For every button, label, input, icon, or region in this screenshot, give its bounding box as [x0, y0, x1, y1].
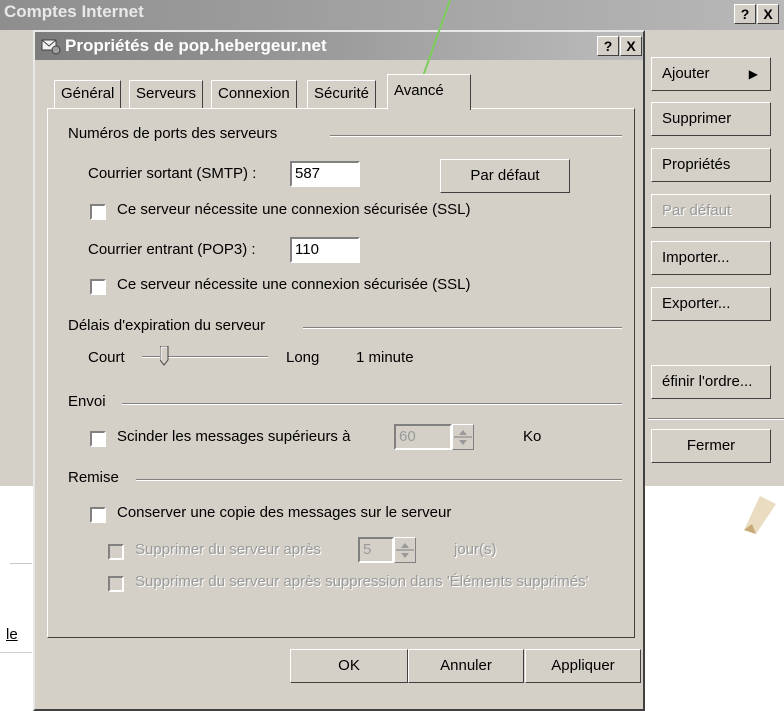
- delete-after-days-input[interactable]: 5: [358, 537, 394, 563]
- smtp-ssl-checkbox[interactable]: [90, 204, 106, 220]
- set-order-button[interactable]: éfinir l'ordre...: [651, 365, 771, 399]
- dialog-title: Propriétés de pop.hebergeur.net: [65, 36, 327, 55]
- apply-button[interactable]: Appliquer: [525, 649, 641, 683]
- send-group-heading: Envoi: [68, 393, 106, 410]
- background-divider: [10, 563, 32, 564]
- tab-connection[interactable]: Connexion: [211, 80, 297, 108]
- slider-thumb[interactable]: [159, 345, 169, 366]
- timeout-short-label: Court: [88, 349, 125, 366]
- dialog-help-button[interactable]: ?: [597, 36, 619, 56]
- ok-button[interactable]: OK: [290, 649, 408, 683]
- split-size-spinner[interactable]: [452, 424, 474, 450]
- background-link-fragment[interactable]: le: [6, 626, 18, 643]
- delete-after-checkbox[interactable]: [108, 544, 124, 560]
- close-button[interactable]: Fermer: [651, 429, 771, 463]
- keep-copy-label: Conserver une copie des messages sur le …: [117, 504, 452, 521]
- timeout-group-line: [303, 327, 622, 329]
- delete-on-trash-label: Supprimer du serveur après suppression d…: [135, 573, 589, 590]
- smtp-ssl-label: Ce serveur nécessite une connexion sécur…: [117, 201, 471, 218]
- mail-server-icon: [41, 37, 61, 55]
- accounts-title-bar: Comptes Internet ? X: [0, 0, 784, 30]
- accounts-left-edge: [0, 30, 34, 486]
- delete-after-label: Supprimer du serveur après: [135, 541, 321, 558]
- split-messages-label: Scinder les messages supérieurs à: [117, 428, 351, 445]
- pop3-port-label: Courrier entrant (POP3) :: [88, 241, 256, 258]
- tab-servers[interactable]: Serveurs: [129, 80, 204, 108]
- add-button[interactable]: Ajouter ▶: [651, 57, 771, 91]
- properties-button[interactable]: Propriétés: [651, 148, 771, 182]
- dialog-title-bar: Propriétés de pop.hebergeur.net ? X: [35, 32, 643, 60]
- timeout-value: 1 minute: [356, 349, 414, 366]
- smtp-port-input[interactable]: 587: [290, 161, 360, 187]
- delete-on-trash-checkbox[interactable]: [108, 576, 124, 592]
- tab-advanced[interactable]: Avancé: [387, 74, 471, 110]
- send-group-line: [122, 403, 622, 405]
- delete-after-days-unit: jour(s): [454, 541, 497, 558]
- pencil-decoration-icon: [744, 496, 776, 534]
- ports-group-line: [330, 135, 622, 137]
- pop3-ssl-label: Ce serveur nécessite une connexion sécur…: [117, 276, 471, 293]
- keep-copy-checkbox[interactable]: [90, 507, 106, 523]
- delivery-group-line: [136, 479, 622, 481]
- dialog-close-button[interactable]: X: [620, 36, 642, 56]
- timeout-group-heading: Délais d'expiration du serveur: [68, 317, 266, 334]
- export-button[interactable]: Exporter...: [651, 287, 771, 321]
- tab-security[interactable]: Sécurité: [307, 80, 377, 108]
- set-default-button[interactable]: Par défaut: [651, 194, 771, 228]
- advanced-tab-panel: Numéros de ports des serveurs Courrier s…: [47, 108, 635, 638]
- properties-dialog: Propriétés de pop.hebergeur.net ? X Géné…: [33, 30, 645, 711]
- remove-button[interactable]: Supprimer: [651, 102, 771, 136]
- timeout-slider[interactable]: [142, 345, 268, 368]
- pop3-port-input[interactable]: 110: [290, 237, 360, 263]
- accounts-title: Comptes Internet: [4, 2, 144, 21]
- accounts-separator: [648, 418, 784, 420]
- background-divider-2: [0, 652, 32, 653]
- split-size-unit: Ko: [523, 428, 542, 445]
- tab-general[interactable]: Général: [54, 80, 122, 108]
- accounts-close-button[interactable]: X: [757, 4, 779, 24]
- submenu-arrow-icon: ▶: [748, 67, 758, 81]
- timeout-long-label: Long: [286, 349, 320, 366]
- import-button[interactable]: Importer...: [651, 241, 771, 275]
- split-messages-checkbox[interactable]: [90, 431, 106, 447]
- delete-after-days-spinner[interactable]: [394, 537, 416, 563]
- split-size-input[interactable]: 60: [394, 424, 452, 450]
- add-button-label: Ajouter: [662, 65, 710, 82]
- pop3-ssl-checkbox[interactable]: [90, 279, 106, 295]
- accounts-help-button[interactable]: ?: [734, 4, 756, 24]
- smtp-port-label: Courrier sortant (SMTP) :: [88, 165, 257, 182]
- delivery-group-heading: Remise: [68, 469, 119, 486]
- ports-group-heading: Numéros de ports des serveurs: [68, 125, 278, 142]
- cancel-button[interactable]: Annuler: [408, 649, 524, 683]
- default-ports-button[interactable]: Par défaut: [440, 159, 570, 193]
